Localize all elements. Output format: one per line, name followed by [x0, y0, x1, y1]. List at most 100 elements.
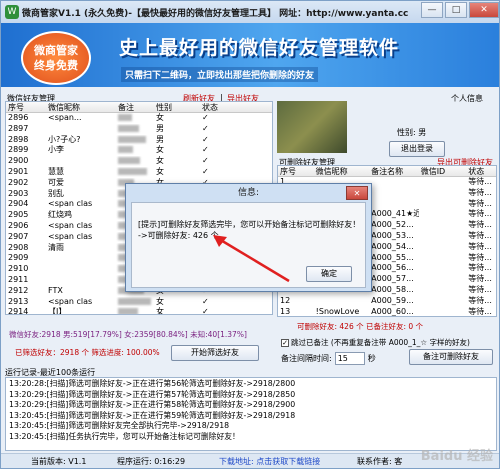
- deleted-id: [419, 220, 467, 231]
- deleted-rem: [369, 188, 419, 199]
- blurred-text: [118, 157, 140, 165]
- friend-nick: <span...: [48, 113, 82, 122]
- deleted-id: [419, 263, 467, 274]
- dialog-title: 信息: ✕: [126, 184, 371, 202]
- deleted-seq: 13: [280, 306, 291, 316]
- friend-row[interactable]: 2914 【I】 女 ✓: [6, 307, 272, 315]
- deleted-list-header: 序号 微信昵称 备注名称 微信ID 状态: [278, 166, 496, 177]
- deleted-st: 等待...: [468, 252, 492, 262]
- friend-nick: <span clas: [48, 231, 93, 241]
- friend-sex: 女: [156, 145, 164, 155]
- friend-nick: [46, 264, 116, 275]
- friend-row[interactable]: 2901 慧慧 女 ✓: [6, 167, 272, 178]
- deleted-id: [419, 199, 467, 210]
- friend-seq: 2914: [8, 307, 29, 315]
- dialog-line1: [提示]可删除好友筛选完毕，您可以开始备注标记可删除好友！: [138, 220, 361, 229]
- app-icon: W: [5, 5, 19, 19]
- col-status[interactable]: 状态: [200, 102, 240, 112]
- deleted-id: [419, 307, 467, 316]
- friend-seq: 2905: [8, 210, 29, 220]
- deleted-id: [419, 231, 467, 242]
- deleted-rem: A000_54...: [371, 241, 414, 251]
- friend-row[interactable]: 2899 小李 女 ✓: [6, 145, 272, 156]
- deleted-rem: A000_56...: [371, 263, 414, 273]
- col-status[interactable]: 状态: [466, 166, 496, 176]
- friend-nick: 红烧鸡: [48, 210, 72, 220]
- title-bar: W 微商管家V1.1 (永久免费)-【最快最好用的微信好友管理工具】 网址：ht…: [1, 1, 499, 23]
- friend-nick: <span clas: [48, 220, 93, 230]
- col-remark[interactable]: 备注: [116, 102, 154, 112]
- blurred-text: [118, 167, 147, 175]
- dialog-ok-button[interactable]: 确定: [306, 266, 352, 282]
- close-button[interactable]: ✕: [469, 2, 499, 18]
- col-nick[interactable]: 微信昵称: [46, 102, 116, 112]
- friend-seq: 2912: [8, 285, 29, 295]
- interval-input[interactable]: 15: [334, 352, 365, 365]
- deleted-rem: A000_60...: [371, 306, 414, 316]
- personal-info-title: 个人信息: [451, 94, 483, 103]
- window-controls: — □ ✕: [421, 2, 499, 18]
- friend-remark-blurred: [116, 135, 154, 146]
- badge-line1: 微商管家: [34, 44, 78, 57]
- col-seq[interactable]: 序号: [6, 102, 46, 112]
- friend-status: ✓: [202, 123, 209, 133]
- deleted-rem: A000_59...: [371, 295, 414, 305]
- remark-deleted-button[interactable]: 备注可删除好友: [409, 349, 493, 365]
- friend-row[interactable]: 2900 女 ✓: [6, 156, 272, 167]
- badge-line2: 终身免费: [34, 59, 78, 72]
- friend-seq: 2906: [8, 220, 29, 230]
- friend-status: ✓: [202, 296, 209, 306]
- friend-nick: [46, 156, 116, 167]
- friend-nick: FTX: [48, 285, 63, 295]
- friend-nick: [46, 124, 116, 135]
- friend-row[interactable]: 2913 <span clas 女 ✓: [6, 297, 272, 308]
- friend-seq: 2903: [8, 188, 29, 198]
- friend-nick: 可爱: [48, 177, 64, 187]
- watermark: Baidu 经验: [420, 449, 493, 464]
- skip-remarked-checkbox[interactable]: ✓: [281, 338, 289, 347]
- col-sex[interactable]: 性别: [154, 102, 200, 112]
- friend-remark-blurred: [116, 145, 154, 156]
- skip-remarked-label: 跳过已备注 (不再重复备注带 A000_1_☆ 字样的好友): [291, 338, 470, 347]
- col-nick[interactable]: 微信昵称: [314, 166, 369, 176]
- blurred-text: [118, 297, 151, 305]
- deleted-st: 等待...: [468, 220, 492, 230]
- start-filter-button[interactable]: 开始筛选好友: [171, 345, 259, 361]
- deleted-st: 等待...: [468, 295, 492, 305]
- friend-row[interactable]: 2897 男 ✓: [6, 124, 272, 135]
- friend-remark-blurred: [116, 307, 154, 314]
- friend-seq: 2907: [8, 231, 29, 241]
- col-seq[interactable]: 序号: [278, 166, 314, 176]
- maximize-button[interactable]: □: [445, 2, 467, 18]
- friend-seq: 2909: [8, 253, 29, 263]
- blurred-text: [118, 114, 132, 121]
- deleted-rem: A000_52...: [371, 220, 414, 230]
- deleted-row[interactable]: 13 !SnowLove A000_60... 等待...: [278, 306, 496, 316]
- friend-sex: 女: [156, 307, 164, 315]
- interval-row: 备注间隔时间: 15 秒: [281, 352, 376, 365]
- col-wechat-id[interactable]: 微信ID: [419, 166, 467, 176]
- banner: 微商管家 终身免费 史上最好用的微信好友管理软件 只需扫下二维码，立即找出那些把…: [1, 23, 499, 87]
- download-link[interactable]: 下载地址: 点击获取下载链接: [219, 454, 320, 468]
- deleted-st: 等待...: [468, 263, 492, 273]
- log-box[interactable]: 13:20:28:[扫描]筛选可删除好友->正在进行第56轮筛选可删除好友->2…: [5, 377, 497, 451]
- dialog-close-button[interactable]: ✕: [346, 186, 368, 200]
- deleted-rem: A000_41★近: [371, 209, 419, 219]
- blurred-text: [118, 135, 146, 143]
- status-contact[interactable]: 联系作者: 客: [357, 454, 402, 468]
- deleted-row[interactable]: 12 A000_59... 等待...: [278, 296, 496, 307]
- friend-nick: 小李: [48, 145, 64, 155]
- skip-remarked-option[interactable]: ✓ 跳过已备注 (不再重复备注带 A000_1_☆ 字样的好友): [281, 337, 470, 348]
- friend-row[interactable]: 2896 <span... 女 ✓: [6, 113, 272, 124]
- deleted-rem: A000_58...: [371, 284, 414, 294]
- minimize-button[interactable]: —: [421, 2, 443, 18]
- logout-button[interactable]: 退出登录: [389, 141, 445, 157]
- friend-remark-blurred: [116, 124, 154, 135]
- friend-seq: 2913: [8, 296, 29, 306]
- deleted-seq: 12: [280, 295, 291, 305]
- friend-sex: 女: [156, 156, 164, 166]
- blurred-text: [118, 146, 133, 154]
- col-remark[interactable]: 备注名称: [369, 166, 419, 176]
- friend-seq: 2899: [8, 145, 29, 155]
- friend-row[interactable]: 2898 小?子心? 男 ✓: [6, 135, 272, 146]
